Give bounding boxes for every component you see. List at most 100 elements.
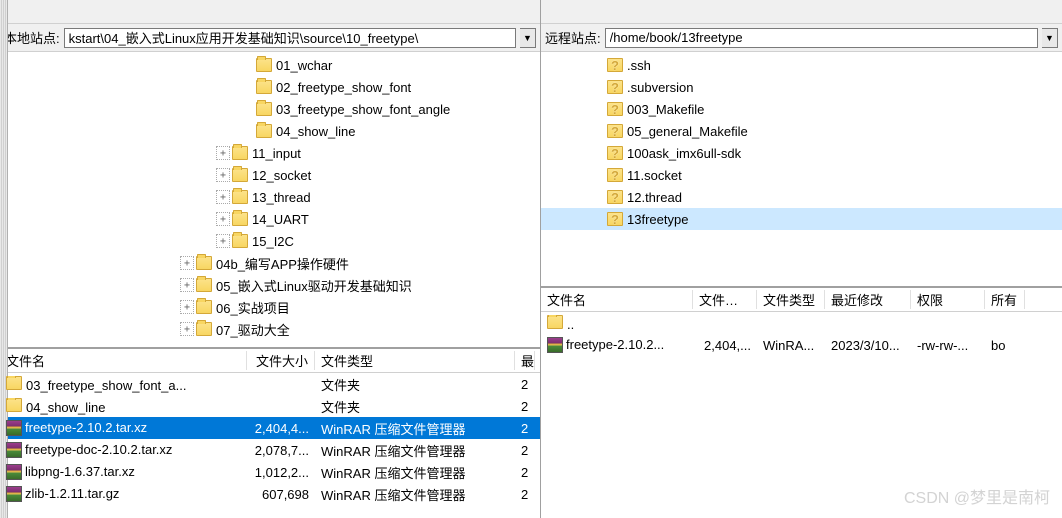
expand-icon[interactable]: +	[180, 322, 194, 336]
unknown-folder-icon	[607, 145, 623, 161]
tree-item-label: 11_input	[252, 146, 301, 161]
tree-item-label: 03_freetype_show_font_angle	[276, 102, 450, 117]
tree-item-label: 14_UART	[252, 212, 309, 227]
list-item[interactable]: ..	[541, 312, 1062, 334]
cell-own: bo	[985, 338, 1025, 353]
expand-icon[interactable]: +	[180, 278, 194, 292]
tree-item-label: 11.socket	[627, 168, 682, 183]
col-header-mod[interactable]: 最近修改	[825, 290, 911, 309]
file-name: 04_show_line	[26, 400, 106, 415]
tree-item[interactable]: +04_show_line	[0, 120, 540, 142]
tree-item[interactable]: +01_wchar	[0, 54, 540, 76]
tree-item[interactable]: +14_UART	[0, 208, 540, 230]
tree-item-label: 13freetype	[627, 212, 688, 227]
cell-size: 2,404,...	[693, 338, 757, 353]
expand-icon[interactable]: +	[216, 212, 230, 226]
tree-item[interactable]: +04b_编写APP操作硬件	[0, 252, 540, 274]
cell-size: 607,698	[247, 487, 315, 502]
unknown-folder-icon	[607, 79, 623, 95]
remote-path-label: 远程站点:	[545, 28, 601, 47]
remote-tree[interactable]: .ssh.subversion003_Makefile05_general_Ma…	[541, 52, 1062, 287]
expand-icon[interactable]: +	[180, 300, 194, 314]
tree-item-label: 05_嵌入式Linux驱动开发基础知识	[216, 276, 412, 295]
tree-item-label: 15_I2C	[252, 234, 294, 249]
unknown-folder-icon	[607, 211, 623, 227]
tree-item[interactable]: 11.socket	[541, 164, 1062, 186]
tree-item-label: 12_socket	[252, 168, 311, 183]
remote-grid-header[interactable]: 文件名 文件大小 文件类型 最近修改 权限 所有	[541, 288, 1062, 312]
list-item[interactable]: freetype-2.10.2...2,404,...WinRA...2023/…	[541, 334, 1062, 356]
expand-icon[interactable]: +	[180, 256, 194, 270]
list-item[interactable]: zlib-1.2.11.tar.gz607,698WinRAR 压缩文件管理器2	[0, 483, 540, 505]
tree-item-label: 06_实战项目	[216, 298, 290, 317]
cell-type: WinRA...	[757, 338, 825, 353]
local-path-bar: 本地站点: ▼	[0, 24, 540, 52]
folder-icon	[232, 212, 248, 226]
gutter	[0, 0, 8, 518]
col-header-name[interactable]: 文件名	[0, 351, 247, 370]
col-header-type[interactable]: 文件类型	[315, 351, 515, 370]
cell-type: 文件夹	[315, 375, 515, 394]
tree-item-label: 100ask_imx6ull-sdk	[627, 146, 741, 161]
expand-icon[interactable]: +	[216, 234, 230, 248]
tree-item[interactable]: +11_input	[0, 142, 540, 164]
tree-item[interactable]: 05_general_Makefile	[541, 120, 1062, 142]
list-item[interactable]: 03_freetype_show_font_a...文件夹2	[0, 373, 540, 395]
tree-item[interactable]: 13freetype	[541, 208, 1062, 230]
tree-item[interactable]: +07_驱动大全	[0, 318, 540, 340]
tree-item[interactable]: +13_thread	[0, 186, 540, 208]
col-header-own[interactable]: 所有	[985, 290, 1025, 309]
tree-item-label: 12.thread	[627, 190, 682, 205]
col-header-size[interactable]: 文件大小	[693, 290, 757, 309]
file-name: freetype-doc-2.10.2.tar.xz	[25, 442, 172, 457]
list-item[interactable]: freetype-2.10.2.tar.xz2,404,4...WinRAR 压…	[0, 417, 540, 439]
list-item[interactable]: freetype-doc-2.10.2.tar.xz2,078,7...WinR…	[0, 439, 540, 461]
expand-icon[interactable]: +	[216, 146, 230, 160]
remote-path-dropdown[interactable]: ▼	[1042, 28, 1058, 48]
archive-icon	[547, 337, 563, 353]
list-item[interactable]: libpng-1.6.37.tar.xz1,012,2...WinRAR 压缩文…	[0, 461, 540, 483]
tree-item[interactable]: .ssh	[541, 54, 1062, 76]
tree-item[interactable]: 003_Makefile	[541, 98, 1062, 120]
folder-icon	[232, 146, 248, 160]
archive-icon	[6, 464, 22, 480]
expand-icon[interactable]: +	[216, 190, 230, 204]
local-path-dropdown[interactable]: ▼	[520, 28, 536, 48]
cell-mod: 2	[515, 465, 535, 480]
expand-icon[interactable]: +	[216, 168, 230, 182]
file-name: libpng-1.6.37.tar.xz	[25, 464, 135, 479]
tree-item[interactable]: 100ask_imx6ull-sdk	[541, 142, 1062, 164]
col-header-mod[interactable]: 最	[515, 351, 535, 370]
archive-icon	[6, 420, 22, 436]
col-header-perm[interactable]: 权限	[911, 290, 985, 309]
tree-item[interactable]: 12.thread	[541, 186, 1062, 208]
cell-type: WinRAR 压缩文件管理器	[315, 463, 515, 482]
cell-size: 2,404,4...	[247, 421, 315, 436]
tree-item[interactable]: +15_I2C	[0, 230, 540, 252]
folder-icon	[196, 300, 212, 314]
local-tree[interactable]: +01_wchar+02_freetype_show_font+03_freet…	[0, 52, 540, 348]
remote-path-input[interactable]	[605, 28, 1038, 48]
tree-item[interactable]: +12_socket	[0, 164, 540, 186]
local-path-input[interactable]	[64, 28, 516, 48]
col-header-type[interactable]: 文件类型	[757, 290, 825, 309]
local-grid-header[interactable]: 文件名 文件大小 文件类型 最	[0, 349, 540, 373]
col-header-size[interactable]: 文件大小	[247, 351, 315, 370]
file-name: freetype-2.10.2.tar.xz	[25, 420, 147, 435]
tree-item-label: 04_show_line	[276, 124, 356, 139]
col-header-name[interactable]: 文件名	[541, 290, 693, 309]
list-item[interactable]: 04_show_line文件夹2	[0, 395, 540, 417]
tree-item[interactable]: +05_嵌入式Linux驱动开发基础知识	[0, 274, 540, 296]
tree-item[interactable]: +03_freetype_show_font_angle	[0, 98, 540, 120]
folder-icon	[232, 168, 248, 182]
cell-mod: 2	[515, 421, 535, 436]
cell-mod: 2	[515, 487, 535, 502]
tree-item[interactable]: +06_实战项目	[0, 296, 540, 318]
folder-icon	[232, 190, 248, 204]
cell-type: 文件夹	[315, 397, 515, 416]
unknown-folder-icon	[607, 101, 623, 117]
archive-icon	[6, 442, 22, 458]
tree-item[interactable]: .subversion	[541, 76, 1062, 98]
file-name: zlib-1.2.11.tar.gz	[25, 486, 119, 501]
tree-item[interactable]: +02_freetype_show_font	[0, 76, 540, 98]
